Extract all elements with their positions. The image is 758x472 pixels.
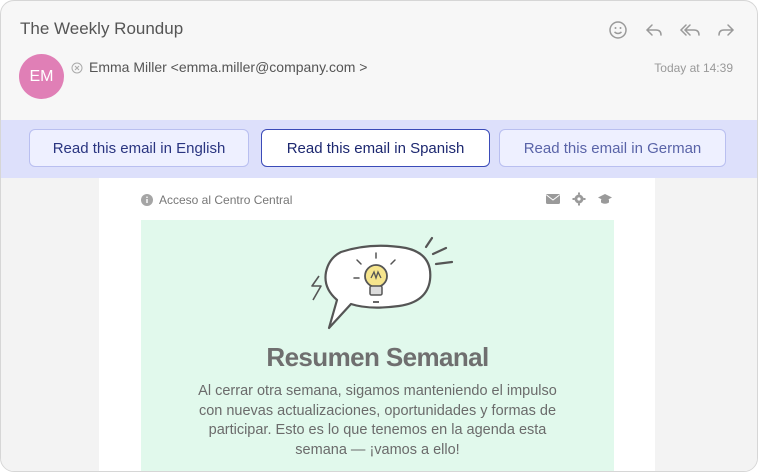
graduation-cap-icon[interactable] [597, 192, 613, 206]
reply-all-icon[interactable] [679, 19, 701, 41]
email-subject: The Weekly Roundup [20, 19, 184, 38]
sender-line: Emma Miller <emma.miller@company.com > [71, 59, 367, 75]
read-in-english-button[interactable]: Read this email in English [29, 129, 249, 167]
smiley-icon[interactable] [607, 19, 629, 41]
top-link[interactable]: Acceso al Centro Central [141, 193, 292, 207]
gear-icon[interactable] [571, 192, 587, 206]
top-link-text: Acceso al Centro Central [159, 193, 293, 207]
info-icon [141, 194, 153, 206]
mail-icon[interactable] [545, 192, 561, 206]
newsletter-heading: Resumen Semanal [266, 342, 489, 372]
forward-icon[interactable] [715, 19, 737, 41]
sender-address: Emma Miller <emma.miller@company.com > [89, 59, 368, 75]
hero-section: Resumen Semanal Al cerrar otra semana, s… [141, 220, 614, 471]
avatar[interactable]: EM [19, 54, 64, 99]
read-in-german-button[interactable]: Read this email in German [499, 129, 726, 167]
timestamp: Today at 14:39 [654, 61, 733, 75]
reply-icon[interactable] [643, 19, 665, 41]
email-window: The Weekly Roundup EM Emma Miller <emma.… [0, 0, 758, 472]
newsletter-intro: Al cerrar otra semana, sigamos mantenien… [198, 383, 557, 458]
remove-sender-icon[interactable] [71, 61, 83, 74]
email-actions [607, 19, 737, 41]
language-bar: Read this email in English Read this ema… [1, 120, 757, 178]
speech-bubble-lightbulb-illustration [311, 236, 454, 330]
read-in-spanish-button[interactable]: Read this email in Spanish [261, 129, 490, 167]
top-icons [545, 192, 613, 206]
